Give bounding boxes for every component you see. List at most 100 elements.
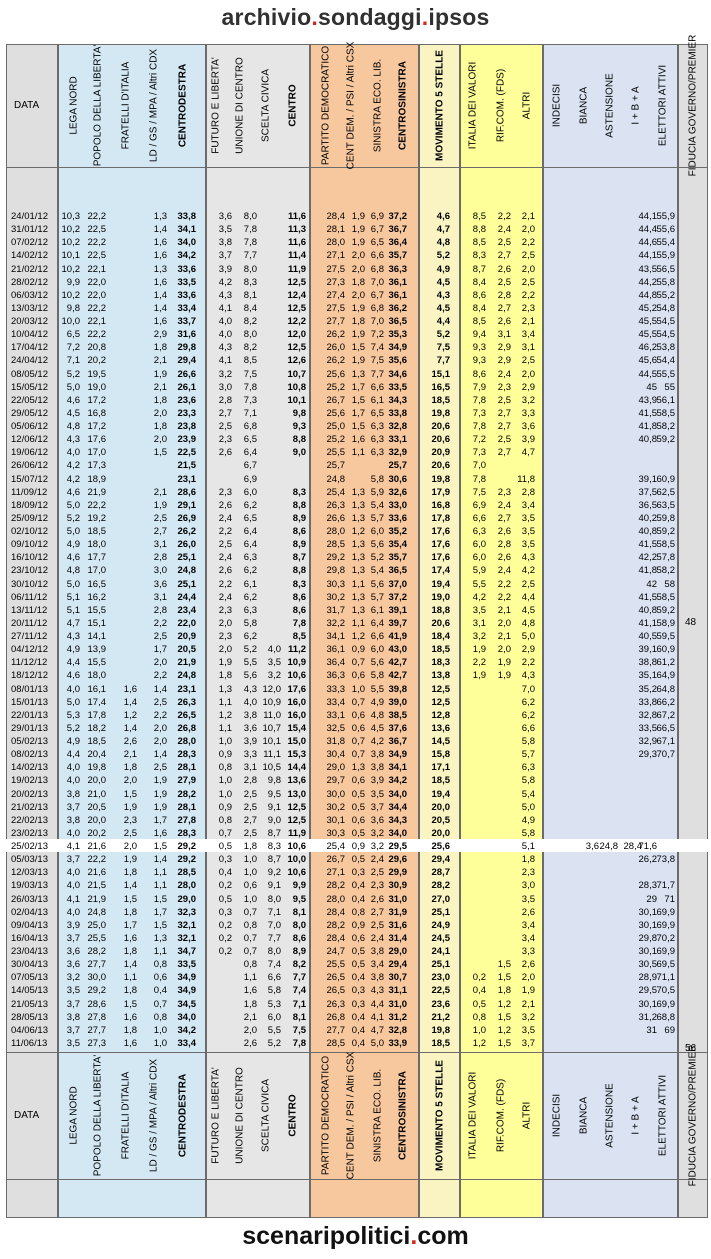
value-cell: 8,8 xyxy=(292,499,306,511)
value-cell: 1,3 xyxy=(351,486,365,498)
value-cell: 1,5 xyxy=(123,998,137,1010)
value-cell: 8,7 xyxy=(472,263,486,275)
value-cell: 1,0 xyxy=(218,736,232,747)
value-cell: 12,5 xyxy=(431,683,451,695)
site-title-top: archivio.sondaggi.ipsos xyxy=(0,4,711,31)
value-cell: 28,6 xyxy=(87,998,107,1010)
value-cell: 10,2 xyxy=(61,263,81,275)
value-cell: 12,5 xyxy=(287,342,307,354)
header-csx: CENTROSINISTRA xyxy=(397,60,409,150)
value-cell: 0,5 xyxy=(351,959,365,971)
value-cell: 10,2 xyxy=(61,289,81,301)
value-cell: 3,3 xyxy=(243,749,257,761)
value-cell: 36,4 xyxy=(326,657,346,669)
value-cell: 2,5 xyxy=(153,696,167,708)
column-band xyxy=(678,44,708,1218)
value-cell: 31,0 xyxy=(388,893,408,905)
value-cell: 34,1 xyxy=(388,762,408,774)
value-cell: 6,3 xyxy=(370,447,384,459)
value-cell: 28,5 xyxy=(177,867,197,879)
value-cell: 6,6 xyxy=(370,250,384,262)
header-sel: SINISTRA ECO. LIB. xyxy=(372,58,384,152)
value-cell: 3,7 xyxy=(66,998,80,1010)
value-cell: 28,2 xyxy=(87,946,107,957)
value-cell: 12,2 xyxy=(287,316,307,327)
date-cell: 23/02/13 xyxy=(11,827,48,839)
value-cell: 10,1 xyxy=(61,250,81,262)
value-cell: 3,8 xyxy=(66,814,80,826)
value-cell: 1,3 xyxy=(351,552,365,564)
value-cell: 4,3 xyxy=(218,342,232,354)
value-cell: 7,8 xyxy=(472,473,486,485)
value-cell: 4,9 xyxy=(66,644,80,656)
value-cell: 10,6 xyxy=(287,841,307,852)
value-cell: 12,8 xyxy=(431,709,451,721)
value-cell: 35,6 xyxy=(388,355,408,367)
value-cell: 70,2 xyxy=(656,932,676,944)
value-cell: 7,2 xyxy=(472,434,486,446)
date-cell: 08/01/13 xyxy=(11,683,48,695)
value-cell: 11,3 xyxy=(288,224,306,236)
value-cell: 8,3 xyxy=(243,276,257,288)
value-cell: 31,0 xyxy=(388,998,408,1010)
value-cell: 6,8 xyxy=(370,263,384,275)
value-cell: 6,6 xyxy=(472,512,486,524)
value-cell: 1,3 xyxy=(351,565,365,577)
value-cell: 4,1 xyxy=(370,1011,384,1023)
value-cell: 3,5 xyxy=(521,539,535,551)
value-cell: 1,5 xyxy=(153,893,167,905)
value-cell: 2,8 xyxy=(153,604,167,616)
value-cell: 1,9 xyxy=(153,801,167,813)
value-cell: 3,6 xyxy=(521,421,535,432)
value-cell: 0,6 xyxy=(243,880,257,892)
value-cell: 7,9 xyxy=(472,381,486,393)
value-cell: 2,4 xyxy=(497,499,511,511)
value-cell: 1,3 xyxy=(153,211,167,222)
value-cell: 2,9 xyxy=(521,644,535,656)
value-cell: 5,8 xyxy=(243,617,257,629)
value-cell: 12,5 xyxy=(431,696,451,708)
date-cell: 09/04/13 xyxy=(11,919,48,931)
value-cell: 45,6 xyxy=(638,355,658,367)
value-cell: 6,8 xyxy=(243,421,257,432)
value-cell: 1,0 xyxy=(351,683,365,695)
value-cell: 13,6 xyxy=(287,775,307,787)
value-cell: 30,1 xyxy=(638,998,658,1010)
date-cell: 20/03/12 xyxy=(11,316,48,327)
value-cell: 28,4 xyxy=(326,211,346,222)
date-cell: 16/04/13 xyxy=(11,932,48,944)
value-cell: 18,0 xyxy=(87,539,107,551)
value-cell: 2,0 xyxy=(153,657,167,669)
value-cell: 1,9 xyxy=(351,224,365,236)
value-cell: 22,1 xyxy=(87,316,107,327)
value-cell: 4,0 xyxy=(218,329,232,341)
value-cell: 2,0 xyxy=(351,263,365,275)
value-cell: 35,2 xyxy=(638,683,658,695)
value-cell: 1,5 xyxy=(497,1011,511,1023)
value-cell: 6,7 xyxy=(370,224,384,236)
value-cell: 8,1 xyxy=(243,289,257,301)
value-cell: 5,0 xyxy=(521,801,535,813)
value-cell: 34,2 xyxy=(388,775,408,787)
date-cell: 12/03/13 xyxy=(11,867,48,879)
value-cell: 60,9 xyxy=(656,644,676,656)
value-cell: 20,6 xyxy=(431,617,451,629)
value-cell: 22,0 xyxy=(87,276,107,288)
date-cell: 24/01/12 xyxy=(11,211,48,222)
value-cell: 4,5 xyxy=(370,722,384,734)
value-cell: 43,5 xyxy=(638,263,658,275)
value-cell: 59,5 xyxy=(656,631,676,642)
date-cell: 15/07/12 xyxy=(11,473,48,485)
date-cell: 27/11/12 xyxy=(11,631,48,642)
value-cell: 33,7 xyxy=(177,316,197,327)
value-cell: 69,9 xyxy=(656,919,676,931)
date-cell: 17/04/12 xyxy=(11,342,48,354)
value-cell: 0,8 xyxy=(472,1011,486,1023)
value-cell: 39,1 xyxy=(388,604,408,616)
value-cell: 1,4 xyxy=(153,854,167,866)
value-cell: 44,1 xyxy=(638,250,658,262)
value-cell: 3,3 xyxy=(521,946,535,957)
date-cell: 14/02/13 xyxy=(11,762,48,774)
value-cell: 0,3 xyxy=(351,867,365,879)
value-cell: 5,8 xyxy=(521,736,535,747)
